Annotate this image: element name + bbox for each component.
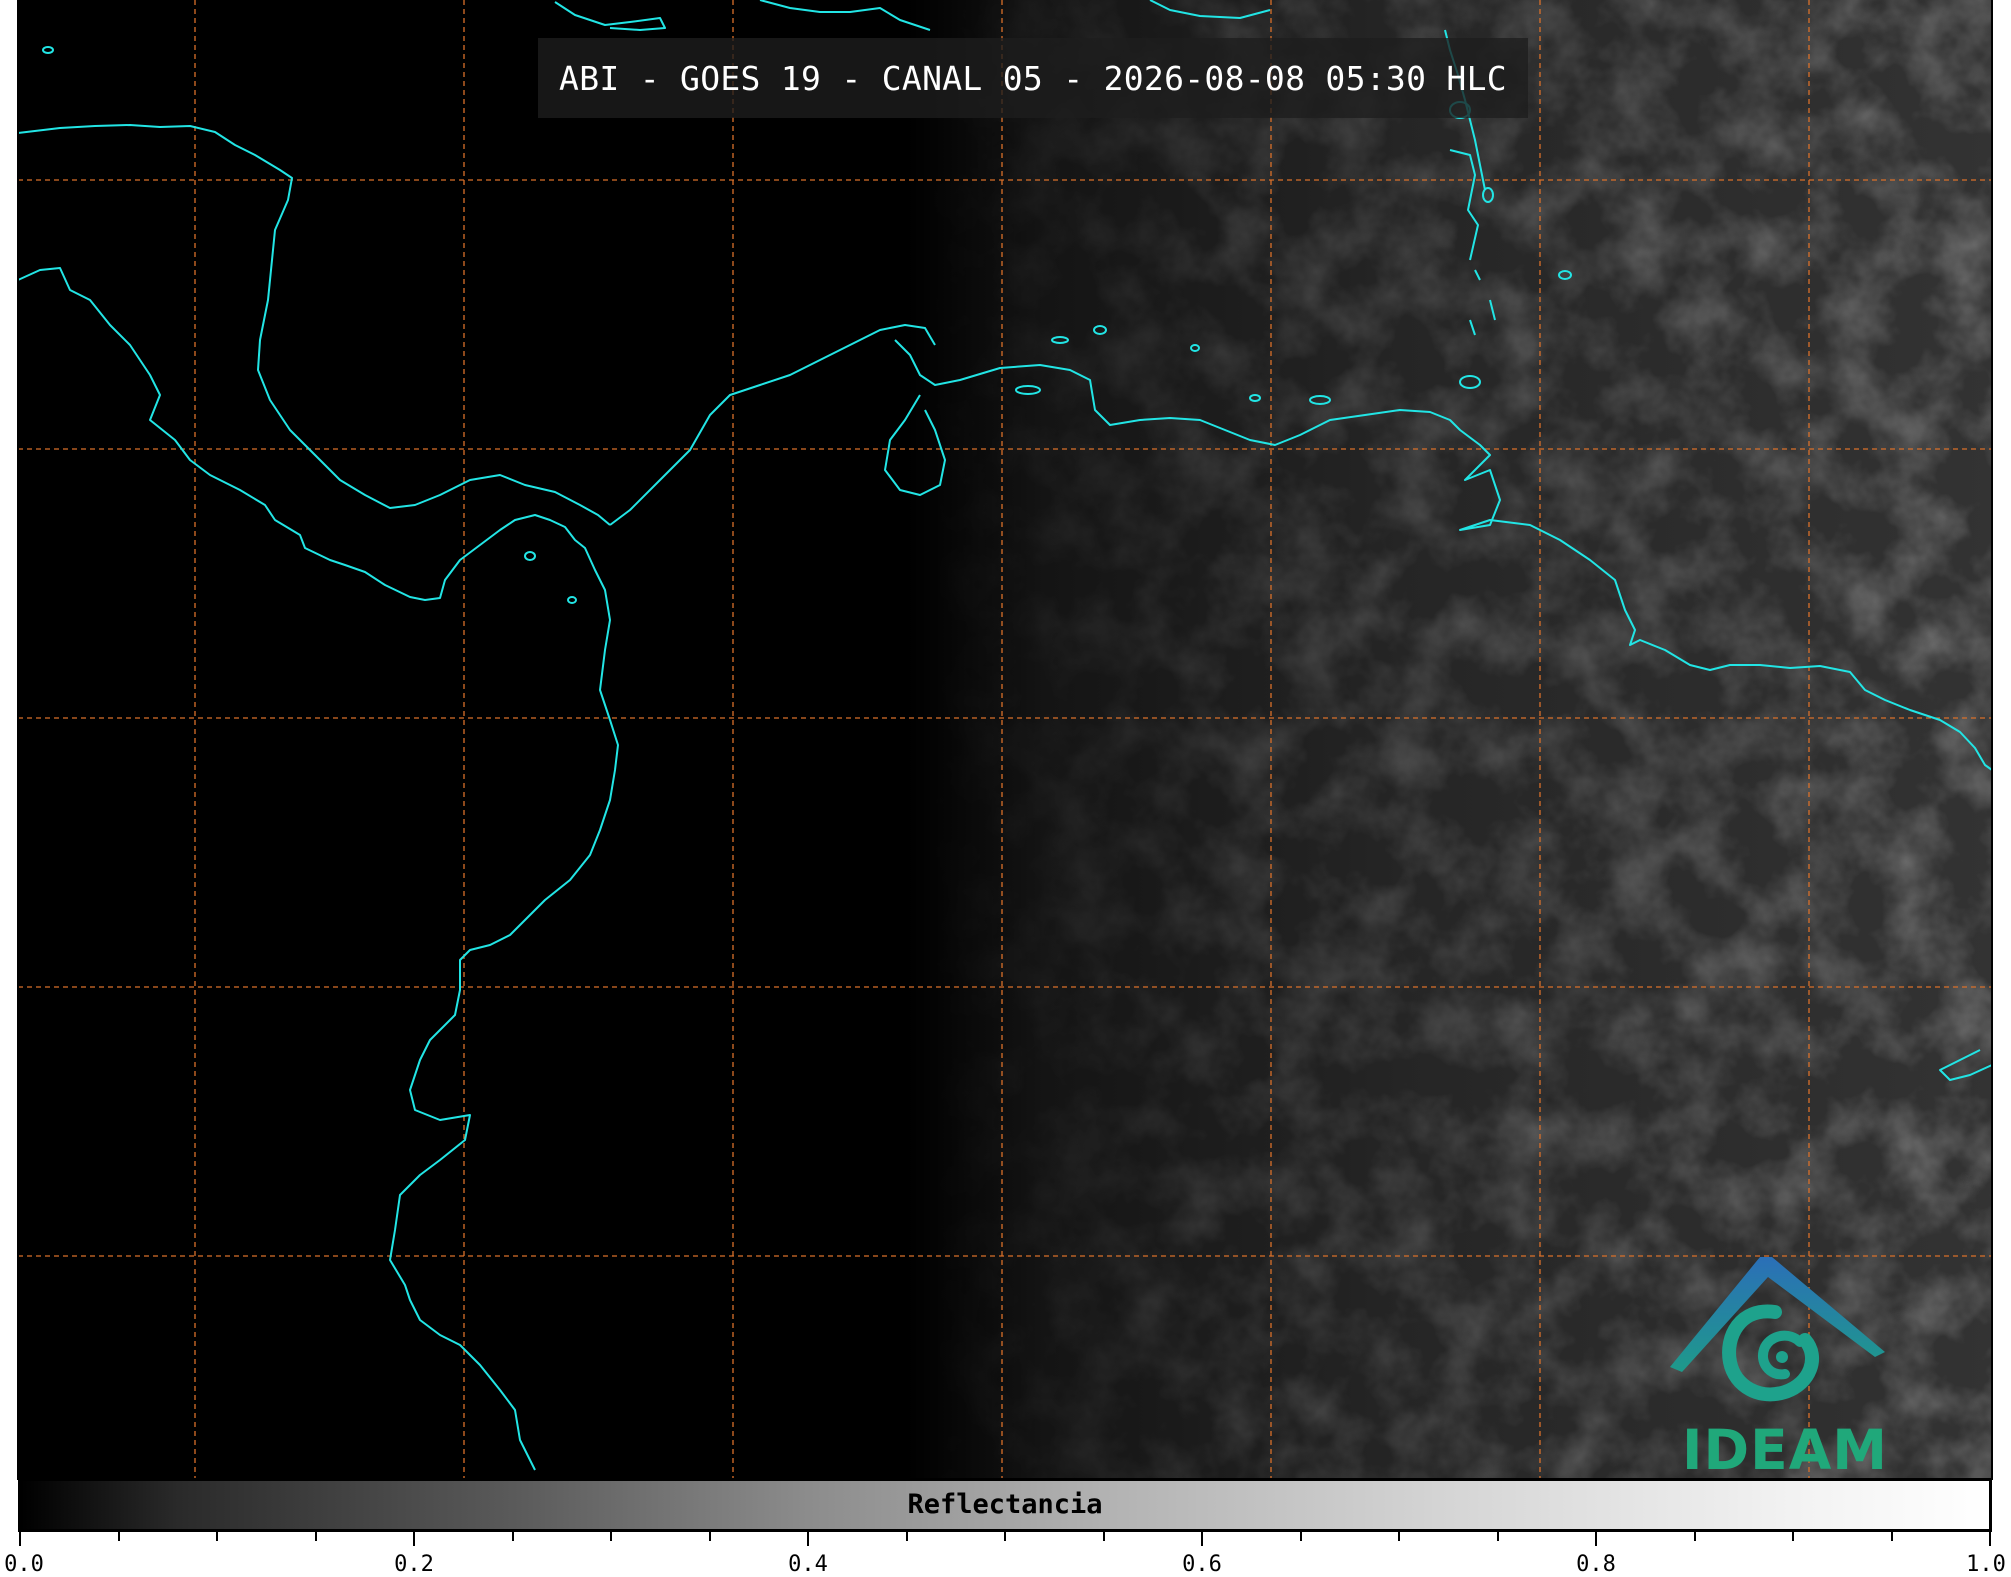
colorbar-major-tick [19, 1532, 21, 1546]
colorbar-minor-tick [708, 1532, 711, 1541]
colorbar-tick-label: 1.0 [1966, 1552, 2006, 1577]
colorbar-minor-tick [117, 1532, 120, 1541]
colorbar-tick-label: 0.4 [788, 1552, 828, 1577]
colorbar-minor-tick [1398, 1532, 1400, 1541]
colorbar-major-tick [1201, 1532, 1203, 1546]
colorbar-minor-tick [1693, 1532, 1696, 1541]
logo-text: IDEAM [1682, 1418, 1888, 1482]
colorbar: Reflectancia [18, 1478, 1992, 1536]
colorbar-minor-tick [1102, 1532, 1105, 1541]
colorbar-ticks: 0.0 0.2 0.4 0.6 0.8 1.0 [0, 1532, 2011, 1577]
colorbar-minor-tick [1792, 1532, 1794, 1541]
colorbar-major-tick [1595, 1532, 1597, 1546]
colorbar-minor-tick [511, 1532, 514, 1541]
colorbar-minor-tick [610, 1532, 612, 1541]
colorbar-major-tick [807, 1532, 809, 1546]
colorbar-minor-tick [1004, 1532, 1006, 1541]
colorbar-major-tick [413, 1532, 415, 1546]
colorbar-minor-tick [314, 1532, 317, 1541]
colorbar-tick-label: 0.6 [1182, 1552, 1222, 1577]
colorbar-tick-label: 0.2 [394, 1552, 434, 1577]
colorbar-tick-label: 0.0 [4, 1552, 44, 1577]
colorbar-minor-tick [905, 1532, 908, 1541]
colorbar-label: Reflectancia [907, 1489, 1103, 1520]
colorbar-minor-tick [1890, 1532, 1893, 1541]
map-title: ABI - GOES 19 - CANAL 05 - 2026-08-08 05… [538, 38, 1528, 118]
colorbar-tick-label: 0.8 [1576, 1552, 1616, 1577]
colorbar-minor-tick [216, 1532, 218, 1541]
colorbar-minor-tick [1299, 1532, 1302, 1541]
colorbar-major-tick [1989, 1532, 1991, 1546]
colorbar-minor-tick [1496, 1532, 1499, 1541]
